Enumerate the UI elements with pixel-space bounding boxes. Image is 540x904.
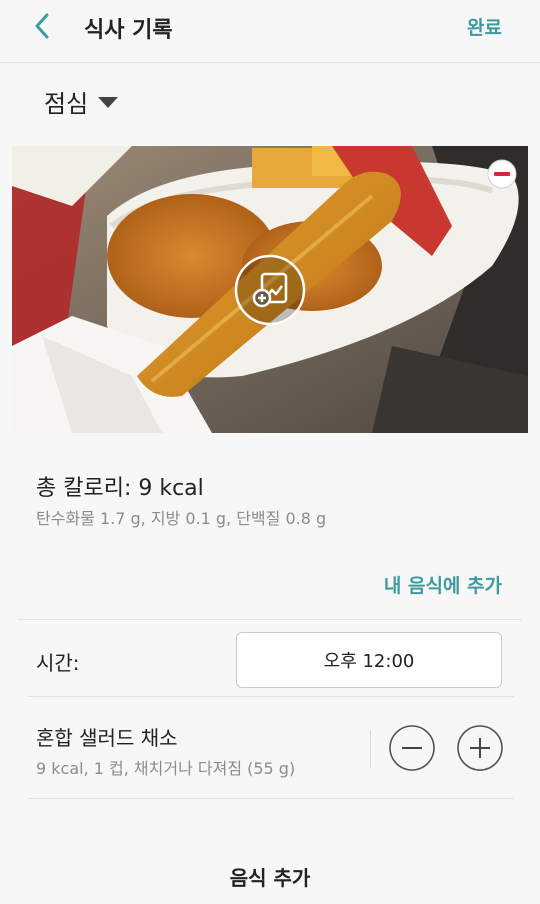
food-item-name: 혼합 샐러드 채소: [36, 726, 178, 750]
time-label: 시간:: [36, 651, 80, 675]
page-title: 식사 기록: [84, 18, 173, 43]
chevron-left-icon: [35, 13, 49, 39]
back-button[interactable]: [28, 10, 56, 42]
app-bar: 식사 기록 완료: [0, 0, 540, 63]
divider: [28, 696, 514, 697]
vertical-divider: [370, 730, 371, 768]
total-calories: 총 칼로리: 9 kcal: [36, 476, 204, 501]
increase-quantity-icon[interactable]: [457, 725, 503, 771]
add-to-my-food-button[interactable]: 내 음식에 추가: [384, 571, 502, 598]
add-food-button[interactable]: 음식 추가: [0, 862, 540, 891]
divider: [18, 619, 522, 620]
remove-photo-icon[interactable]: [487, 159, 517, 189]
nutrient-summary: 탄수화물 1.7 g, 지방 0.1 g, 단백질 0.8 g: [36, 509, 327, 528]
divider: [28, 798, 514, 799]
done-button[interactable]: 완료: [467, 13, 502, 40]
time-picker[interactable]: 오후 12:00: [236, 632, 502, 688]
meal-type-dropdown[interactable]: 점심: [44, 84, 119, 119]
time-value: 오후 12:00: [323, 651, 415, 672]
caret-down-icon: [98, 97, 119, 108]
decrease-quantity-icon[interactable]: [389, 725, 435, 771]
food-item-detail: 9 kcal, 1 컵, 채치거나 다져짐 (55 g): [36, 759, 296, 778]
food-photo: [12, 146, 528, 433]
change-photo-icon[interactable]: [234, 254, 306, 326]
meal-type-label: 점심: [44, 90, 89, 118]
